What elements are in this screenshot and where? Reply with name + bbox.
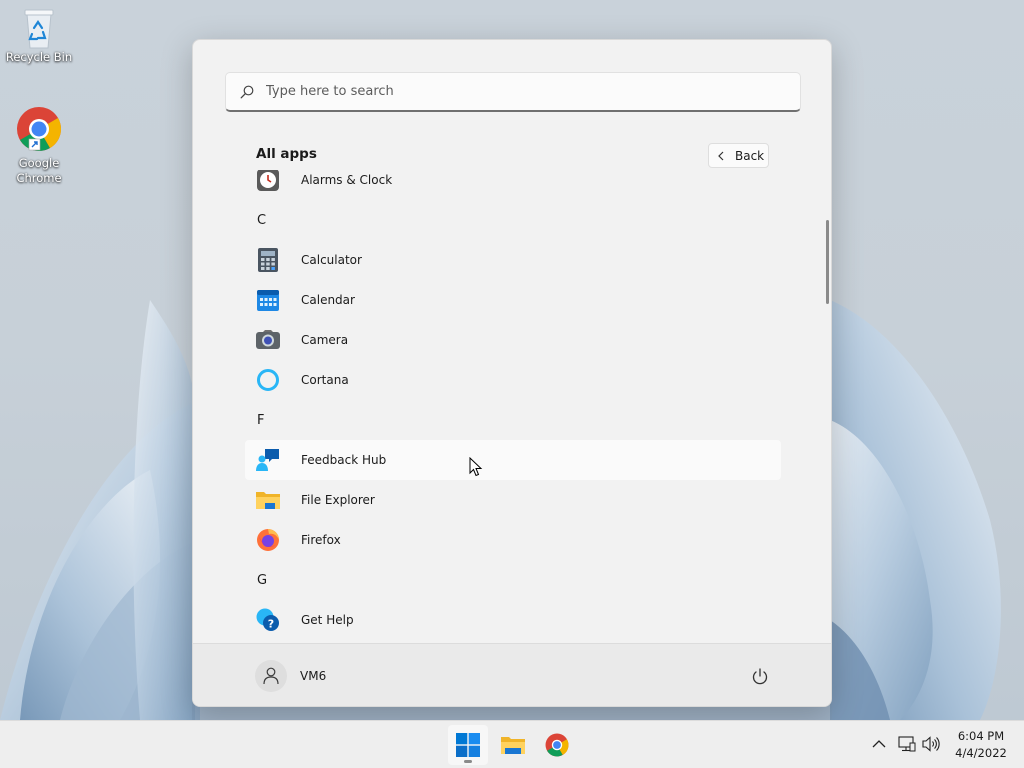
start-button[interactable] [448, 725, 488, 765]
power-button[interactable] [749, 666, 771, 688]
recycle-bin-label: Recycle Bin [5, 50, 73, 64]
section-letter-g[interactable]: G [245, 560, 781, 600]
search-box[interactable] [225, 72, 801, 112]
file-explorer-icon [256, 492, 280, 509]
app-name: Calendar [301, 293, 355, 307]
taskbar-file-explorer[interactable] [493, 725, 533, 765]
user-icon [263, 667, 279, 685]
search-input[interactable] [266, 84, 766, 99]
start-menu: All apps Back Alarms & Clock C [192, 39, 832, 707]
taskbar: 6:04 PM 4/4/2022 [0, 720, 1024, 768]
app-name: Calculator [301, 253, 362, 267]
user-name: VM6 [300, 669, 327, 683]
avatar [255, 660, 287, 692]
app-calendar[interactable]: Calendar [245, 280, 781, 320]
app-get-help[interactable]: ? Get Help [245, 600, 781, 640]
recycle-bin-desktop-icon[interactable]: Recycle Bin [1, 6, 77, 65]
section-letter: C [257, 212, 267, 228]
search-icon [240, 85, 254, 98]
start-menu-footer: VM6 [193, 643, 831, 706]
folder-icon [501, 737, 525, 754]
get-help-icon: ? [256, 608, 279, 631]
calculator-icon [258, 248, 278, 272]
chrome-label-line1: Google [18, 156, 60, 170]
chevron-up-icon[interactable] [872, 739, 886, 749]
section-letter-f[interactable]: F [245, 400, 781, 440]
volume-icon[interactable] [922, 736, 940, 752]
cortana-icon [257, 369, 279, 391]
chrome-label-line2: Chrome [16, 171, 62, 185]
app-name: Camera [301, 333, 349, 347]
google-chrome-desktop-icon[interactable]: Google Chrome [1, 106, 77, 186]
feedback-hub-icon [256, 449, 279, 471]
alarms-clock-icon [257, 170, 279, 191]
clock-date: 4/4/2022 [955, 746, 1007, 760]
recycle-bin-icon [24, 9, 54, 49]
app-list-scrollbar[interactable] [826, 220, 829, 304]
all-apps-list[interactable]: Alarms & Clock C Calculator Calendar Cam… [193, 170, 831, 643]
back-button-label: Back [735, 148, 765, 163]
app-name: Firefox [301, 533, 341, 547]
app-cortana[interactable]: Cortana [245, 360, 781, 400]
svg-text:?: ? [268, 618, 274, 631]
app-feedback-hub[interactable]: Feedback Hub [245, 440, 781, 480]
app-name: Get Help [301, 613, 354, 627]
back-button[interactable]: Back [708, 143, 769, 168]
app-name: File Explorer [301, 493, 375, 507]
firefox-icon [257, 529, 279, 551]
clock-time: 6:04 PM [957, 729, 1005, 743]
app-alarms-clock[interactable]: Alarms & Clock [245, 170, 781, 200]
app-name: Alarms & Clock [301, 173, 393, 187]
user-account-button[interactable]: VM6 [255, 660, 326, 692]
section-letter: F [257, 412, 265, 428]
system-clock[interactable]: 6:04 PM 4/4/2022 [948, 728, 1014, 762]
chevron-left-icon [718, 151, 724, 160]
camera-icon [256, 330, 280, 349]
section-letter-c[interactable]: C [245, 200, 781, 240]
mouse-cursor-icon [469, 457, 483, 477]
section-letter: G [257, 572, 268, 588]
app-name: Feedback Hub [301, 453, 387, 467]
chrome-icon [17, 107, 61, 151]
chrome-icon [545, 733, 569, 757]
windows-logo-icon [456, 733, 480, 757]
network-icon[interactable] [898, 736, 916, 752]
app-calculator[interactable]: Calculator [245, 240, 781, 280]
app-camera[interactable]: Camera [245, 320, 781, 360]
app-file-explorer[interactable]: File Explorer [245, 480, 781, 520]
calendar-icon [257, 290, 279, 311]
taskbar-chrome[interactable] [537, 725, 577, 765]
app-firefox[interactable]: Firefox [245, 520, 781, 560]
power-icon [752, 668, 768, 685]
app-name: Cortana [301, 373, 349, 387]
all-apps-title: All apps [256, 146, 317, 162]
